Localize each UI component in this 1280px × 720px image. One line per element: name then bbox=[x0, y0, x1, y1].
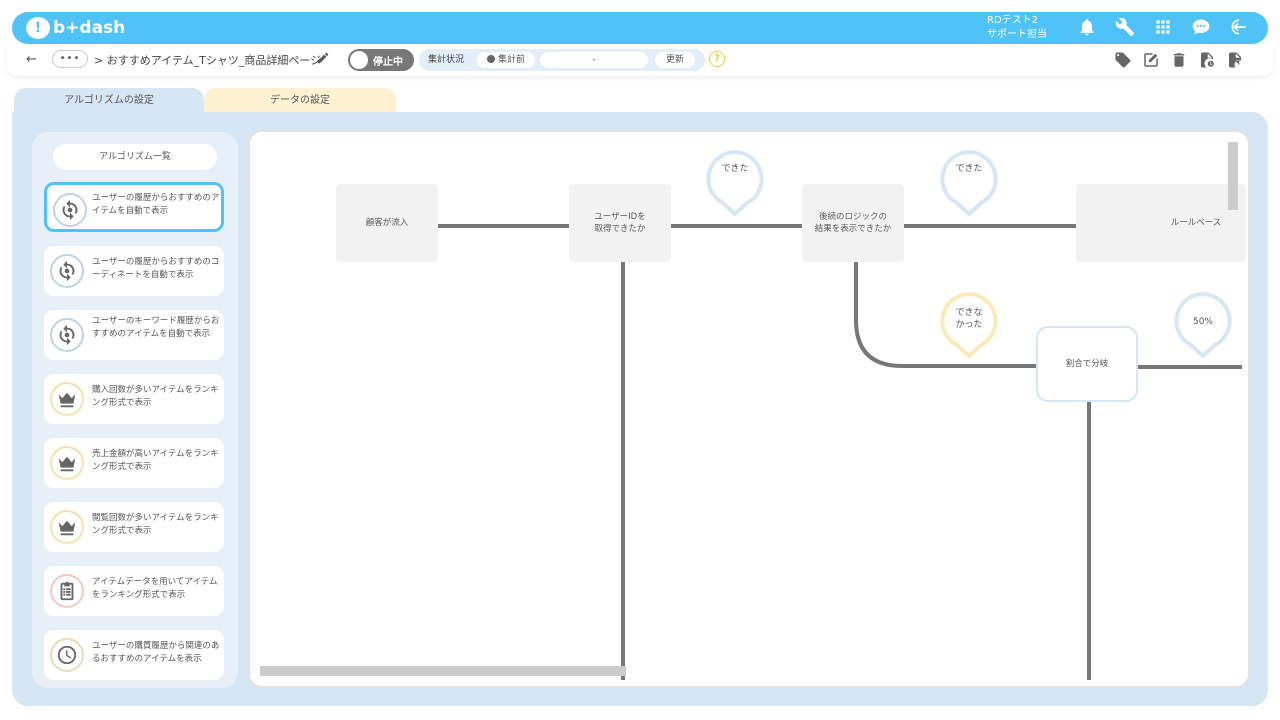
algorithm-list-sidebar: アルゴリズム一覧 ユーザーの履歴からおすすめのアイテムを自動で表示 ユーザーの履… bbox=[32, 132, 238, 688]
clipboard-list-icon bbox=[50, 574, 84, 608]
breadcrumb: > おすすめアイテム_Tシャツ_商品詳細ページ bbox=[94, 54, 322, 67]
document-gear-icon[interactable] bbox=[1226, 51, 1244, 69]
algorithm-item-sales-ranking[interactable]: 売上金額が高いアイテムをランキング形式で表示 bbox=[44, 438, 224, 488]
connector-split-right bbox=[1136, 365, 1242, 369]
logo-text: b+dash bbox=[53, 18, 126, 38]
pin-label: できた bbox=[955, 164, 983, 174]
toggle-label: 停止中 bbox=[373, 57, 403, 68]
pin-label: できた bbox=[721, 164, 749, 174]
logout-icon[interactable] bbox=[1228, 16, 1250, 38]
user-info[interactable]: RDテスト2 サポート担当 bbox=[987, 14, 1047, 42]
crown-icon bbox=[50, 446, 84, 480]
bell-icon[interactable] bbox=[1076, 16, 1098, 38]
algorithm-item-label: ユーザーの購買履歴から関連のあるおすすめのアイテムを表示 bbox=[92, 641, 220, 664]
connector-customer-userid bbox=[436, 224, 570, 228]
update-button[interactable]: 更新 bbox=[655, 52, 695, 68]
edit-document-icon[interactable] bbox=[1142, 51, 1160, 69]
sub-toolbar: ← ••• > おすすめアイテム_Tシャツ_商品詳細ページ 停止中 集計状況 集… bbox=[6, 44, 1274, 76]
status-state: 集計前 bbox=[477, 52, 535, 68]
crown-icon bbox=[50, 382, 84, 416]
trash-icon[interactable] bbox=[1170, 51, 1188, 69]
top-icon-group bbox=[1076, 16, 1250, 38]
logo-bubble-icon: ! bbox=[26, 17, 50, 39]
minus-circle-icon bbox=[486, 55, 495, 63]
clock-icon bbox=[50, 638, 84, 672]
algorithm-item-related-items[interactable]: ユーザーの購買履歴から関連のあるおすすめのアイテムを表示 bbox=[44, 630, 224, 680]
pin-yes-userid[interactable]: できた bbox=[706, 149, 764, 217]
page-tools bbox=[1114, 51, 1244, 69]
flow-node-userid[interactable]: ユーザーIDを 取得できたか bbox=[569, 184, 671, 262]
pin-label: できな かった bbox=[955, 308, 983, 330]
algorithm-item-label: 売上金額が高いアイテムをランキング形式で表示 bbox=[92, 449, 219, 472]
algorithm-list-title: アルゴリズム一覧 bbox=[53, 144, 217, 170]
flow-canvas[interactable]: 顧客が流入 ユーザーIDを 取得できたか 後続のロジックの 結果を表示できたか … bbox=[248, 130, 1250, 688]
algorithm-item-label: 閲覧回数が多いアイテムをランキング形式で表示 bbox=[92, 513, 219, 536]
app-logo[interactable]: ! b+dash bbox=[26, 16, 125, 40]
algorithm-item-label: アイテムデータを用いてアイテムをランキング形式で表示 bbox=[92, 577, 218, 600]
flow-node-customer[interactable]: 顧客が流入 bbox=[336, 184, 438, 262]
top-bar: ! b+dash RDテスト2 サポート担当 bbox=[12, 12, 1268, 44]
tab-data[interactable]: データの設定 bbox=[204, 88, 396, 114]
connector-split-down bbox=[1087, 402, 1091, 680]
support-chat-icon[interactable] bbox=[1190, 16, 1212, 38]
help-icon[interactable]: ? bbox=[709, 51, 725, 67]
pin-percent-split[interactable]: 50% bbox=[1174, 291, 1232, 359]
flow-node-rule[interactable]: ルールベース bbox=[1076, 184, 1246, 262]
edit-pencil-icon[interactable] bbox=[316, 51, 330, 65]
connector-userid-logic bbox=[670, 224, 804, 228]
pin-marker-icon bbox=[706, 149, 764, 217]
status-state-text: 集計前 bbox=[497, 55, 525, 65]
algorithm-item-view-ranking[interactable]: 閲覧回数が多いアイテムをランキング形式で表示 bbox=[44, 502, 224, 552]
algorithm-item-label: ユーザーの履歴からおすすめのコーディネートを自動で表示 bbox=[92, 257, 220, 280]
connector-userid-down bbox=[621, 262, 625, 680]
pin-no-logic[interactable]: できな かった bbox=[940, 291, 998, 359]
algorithm-item-label: ユーザーのキーワード履歴からおすすめのアイテムを自動で表示 bbox=[92, 316, 220, 339]
toggle-knob bbox=[350, 51, 368, 69]
document-clock-icon[interactable] bbox=[1198, 51, 1216, 69]
user-role: サポート担当 bbox=[987, 29, 1047, 40]
algorithm-item-label: ユーザーの履歴からおすすめのアイテムを自動で表示 bbox=[92, 193, 220, 216]
sync-gear-icon bbox=[50, 254, 84, 288]
sync-gear-icon bbox=[53, 193, 87, 227]
pin-label: 50% bbox=[1192, 317, 1213, 327]
tag-icon[interactable] bbox=[1114, 51, 1132, 69]
tab-algorithm[interactable]: アルゴリズムの設定 bbox=[14, 88, 204, 114]
algorithm-item-history-coordinates[interactable]: ユーザーの履歴からおすすめのコーディネートを自動で表示 bbox=[44, 246, 224, 296]
status-label: 集計状況 bbox=[422, 52, 470, 68]
back-button[interactable]: ← bbox=[26, 52, 37, 67]
wrench-icon[interactable] bbox=[1114, 16, 1136, 38]
aggregation-status: 集計状況 集計前 - 更新 bbox=[419, 49, 705, 71]
horizontal-scrollbar[interactable] bbox=[260, 666, 626, 676]
status-value: - bbox=[540, 52, 648, 68]
algorithm-item-item-data-ranking[interactable]: アイテムデータを用いてアイテムをランキング形式で表示 bbox=[44, 566, 224, 616]
more-button[interactable]: ••• bbox=[52, 50, 88, 68]
vertical-scrollbar[interactable] bbox=[1228, 142, 1238, 210]
user-name: RDテスト2 bbox=[987, 15, 1039, 26]
pin-yes-logic[interactable]: できた bbox=[940, 149, 998, 217]
flow-node-split[interactable]: 割合で分岐 bbox=[1036, 326, 1138, 402]
connector-logic-rule bbox=[903, 224, 1077, 228]
grid-apps-icon[interactable] bbox=[1152, 16, 1174, 38]
algorithm-item-label: 購入回数が多いアイテムをランキング形式で表示 bbox=[92, 385, 219, 408]
active-toggle[interactable]: 停止中 bbox=[348, 49, 414, 71]
algorithm-item-keyword-history[interactable]: ユーザーのキーワード履歴からおすすめのアイテムを自動で表示 bbox=[44, 310, 224, 360]
pin-marker-icon bbox=[940, 149, 998, 217]
sync-gear-icon bbox=[50, 318, 84, 352]
flow-node-logic[interactable]: 後続のロジックの 結果を表示できたか bbox=[802, 184, 904, 262]
algorithm-item-history-items[interactable]: ユーザーの履歴からおすすめのアイテムを自動で表示 bbox=[44, 182, 224, 232]
crown-icon bbox=[50, 510, 84, 544]
algorithm-item-purchase-ranking[interactable]: 購入回数が多いアイテムをランキング形式で表示 bbox=[44, 374, 224, 424]
